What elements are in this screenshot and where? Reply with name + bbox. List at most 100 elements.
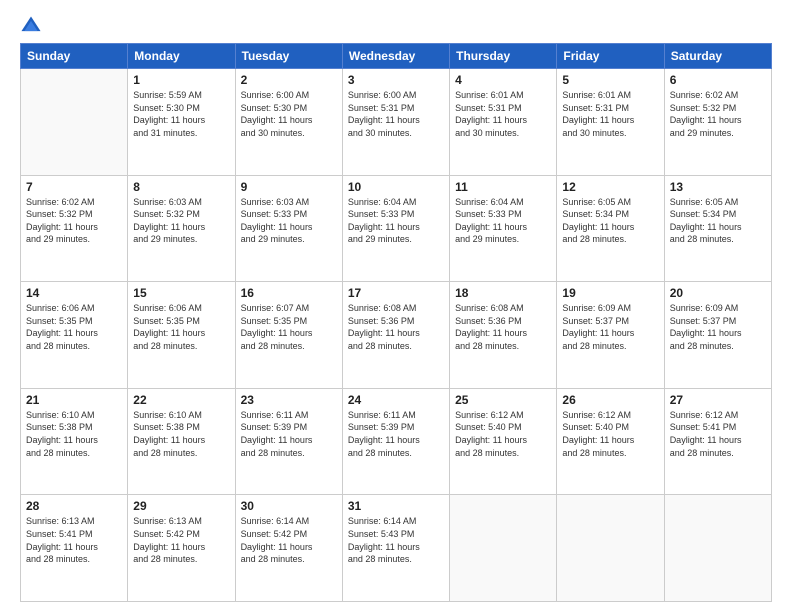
calendar-week-3: 21 Sunrise: 6:10 AM Sunset: 5:38 PM Dayli… bbox=[21, 388, 772, 495]
calendar-cell: 10Sunrise: 6:04 AM Sunset: 5:33 PM Dayli… bbox=[342, 175, 449, 282]
day-info: Sunrise: 6:10 AM Sunset: 5:38 PM Dayligh… bbox=[26, 409, 122, 459]
day-info: Sunrise: 6:03 AM Sunset: 5:32 PM Dayligh… bbox=[133, 196, 229, 246]
day-info: Sunrise: 6:01 AM Sunset: 5:31 PM Dayligh… bbox=[562, 89, 658, 139]
day-info: Sunrise: 6:00 AM Sunset: 5:31 PM Dayligh… bbox=[348, 89, 444, 139]
day-header-wednesday: Wednesday bbox=[342, 44, 449, 69]
day-info: Sunrise: 6:12 AM Sunset: 5:41 PM Dayligh… bbox=[670, 409, 766, 459]
day-number: 11 bbox=[455, 180, 551, 194]
day-header-thursday: Thursday bbox=[450, 44, 557, 69]
day-number: 29 bbox=[133, 499, 229, 513]
calendar-cell: 28 Sunrise: 6:13 AM Sunset: 5:41 PM Dayli… bbox=[21, 495, 128, 602]
day-number: 19 bbox=[562, 286, 658, 300]
calendar-cell: 15Sunrise: 6:06 AM Sunset: 5:35 PM Dayli… bbox=[128, 282, 235, 389]
day-info: Sunrise: 5:59 AM Sunset: 5:30 PM Dayligh… bbox=[133, 89, 229, 139]
calendar-cell: 3 Sunrise: 6:00 AM Sunset: 5:31 PM Daylig… bbox=[342, 69, 449, 176]
calendar-cell: 6 Sunrise: 6:02 AM Sunset: 5:32 PM Daylig… bbox=[664, 69, 771, 176]
calendar-week-0: 1 Sunrise: 5:59 AM Sunset: 5:30 PM Daylig… bbox=[21, 69, 772, 176]
day-number: 5 bbox=[562, 73, 658, 87]
calendar-week-2: 14 Sunrise: 6:06 AM Sunset: 5:35 PM Dayli… bbox=[21, 282, 772, 389]
day-number: 2 bbox=[241, 73, 337, 87]
calendar-cell: 7Sunrise: 6:02 AM Sunset: 5:32 PM Daylig… bbox=[21, 175, 128, 282]
calendar-table: SundayMondayTuesdayWednesdayThursdayFrid… bbox=[20, 43, 772, 602]
day-header-tuesday: Tuesday bbox=[235, 44, 342, 69]
calendar-cell: 29 Sunrise: 6:13 AM Sunset: 5:42 PM Dayli… bbox=[128, 495, 235, 602]
day-info: Sunrise: 6:11 AM Sunset: 5:39 PM Dayligh… bbox=[348, 409, 444, 459]
day-number: 27 bbox=[670, 393, 766, 407]
day-number: 6 bbox=[670, 73, 766, 87]
day-info: Sunrise: 6:13 AM Sunset: 5:41 PM Dayligh… bbox=[26, 515, 122, 565]
day-number: 23 bbox=[241, 393, 337, 407]
day-number: 13 bbox=[670, 180, 766, 194]
calendar-cell: 30 Sunrise: 6:14 AM Sunset: 5:42 PM Dayli… bbox=[235, 495, 342, 602]
day-number: 31 bbox=[348, 499, 444, 513]
day-header-sunday: Sunday bbox=[21, 44, 128, 69]
day-info: Sunrise: 6:08 AM Sunset: 5:36 PM Dayligh… bbox=[348, 302, 444, 352]
calendar-cell: 8 Sunrise: 6:03 AM Sunset: 5:32 PM Daylig… bbox=[128, 175, 235, 282]
day-info: Sunrise: 6:01 AM Sunset: 5:31 PM Dayligh… bbox=[455, 89, 551, 139]
calendar-cell: 2 Sunrise: 6:00 AM Sunset: 5:30 PM Daylig… bbox=[235, 69, 342, 176]
day-number: 28 bbox=[26, 499, 122, 513]
day-number: 8 bbox=[133, 180, 229, 194]
day-info: Sunrise: 6:12 AM Sunset: 5:40 PM Dayligh… bbox=[562, 409, 658, 459]
calendar-cell bbox=[664, 495, 771, 602]
day-number: 9 bbox=[241, 180, 337, 194]
day-header-monday: Monday bbox=[128, 44, 235, 69]
calendar-cell: 24 Sunrise: 6:11 AM Sunset: 5:39 PM Dayli… bbox=[342, 388, 449, 495]
day-info: Sunrise: 6:11 AM Sunset: 5:39 PM Dayligh… bbox=[241, 409, 337, 459]
day-info: Sunrise: 6:04 AM Sunset: 5:33 PM Dayligh… bbox=[348, 196, 444, 246]
page: SundayMondayTuesdayWednesdayThursdayFrid… bbox=[0, 0, 792, 612]
day-info: Sunrise: 6:05 AM Sunset: 5:34 PM Dayligh… bbox=[562, 196, 658, 246]
day-number: 1 bbox=[133, 73, 229, 87]
calendar-cell: 31 Sunrise: 6:14 AM Sunset: 5:43 PM Dayli… bbox=[342, 495, 449, 602]
day-info: Sunrise: 6:02 AM Sunset: 5:32 PM Dayligh… bbox=[670, 89, 766, 139]
day-number: 12 bbox=[562, 180, 658, 194]
logo-area bbox=[20, 15, 45, 37]
day-info: Sunrise: 6:00 AM Sunset: 5:30 PM Dayligh… bbox=[241, 89, 337, 139]
day-info: Sunrise: 6:06 AM Sunset: 5:35 PM Dayligh… bbox=[26, 302, 122, 352]
calendar-cell: 27 Sunrise: 6:12 AM Sunset: 5:41 PM Dayli… bbox=[664, 388, 771, 495]
calendar-week-1: 7Sunrise: 6:02 AM Sunset: 5:32 PM Daylig… bbox=[21, 175, 772, 282]
day-number: 15 bbox=[133, 286, 229, 300]
day-info: Sunrise: 6:13 AM Sunset: 5:42 PM Dayligh… bbox=[133, 515, 229, 565]
day-info: Sunrise: 6:08 AM Sunset: 5:36 PM Dayligh… bbox=[455, 302, 551, 352]
calendar-cell: 18 Sunrise: 6:08 AM Sunset: 5:36 PM Dayli… bbox=[450, 282, 557, 389]
day-info: Sunrise: 6:07 AM Sunset: 5:35 PM Dayligh… bbox=[241, 302, 337, 352]
calendar-cell: 25Sunrise: 6:12 AM Sunset: 5:40 PM Dayli… bbox=[450, 388, 557, 495]
day-info: Sunrise: 6:10 AM Sunset: 5:38 PM Dayligh… bbox=[133, 409, 229, 459]
day-number: 21 bbox=[26, 393, 122, 407]
day-number: 30 bbox=[241, 499, 337, 513]
calendar-cell: 12 Sunrise: 6:05 AM Sunset: 5:34 PM Dayli… bbox=[557, 175, 664, 282]
day-number: 20 bbox=[670, 286, 766, 300]
day-info: Sunrise: 6:03 AM Sunset: 5:33 PM Dayligh… bbox=[241, 196, 337, 246]
day-info: Sunrise: 6:04 AM Sunset: 5:33 PM Dayligh… bbox=[455, 196, 551, 246]
calendar-header-row: SundayMondayTuesdayWednesdayThursdayFrid… bbox=[21, 44, 772, 69]
logo-icon bbox=[20, 15, 42, 37]
calendar-cell: 19 Sunrise: 6:09 AM Sunset: 5:37 PM Dayli… bbox=[557, 282, 664, 389]
day-number: 24 bbox=[348, 393, 444, 407]
calendar-cell: 11 Sunrise: 6:04 AM Sunset: 5:33 PM Dayli… bbox=[450, 175, 557, 282]
calendar-cell bbox=[557, 495, 664, 602]
day-number: 3 bbox=[348, 73, 444, 87]
header bbox=[20, 15, 772, 37]
day-number: 26 bbox=[562, 393, 658, 407]
calendar-cell: 22 Sunrise: 6:10 AM Sunset: 5:38 PM Dayli… bbox=[128, 388, 235, 495]
day-number: 17 bbox=[348, 286, 444, 300]
day-info: Sunrise: 6:14 AM Sunset: 5:42 PM Dayligh… bbox=[241, 515, 337, 565]
calendar-cell: 17 Sunrise: 6:08 AM Sunset: 5:36 PM Dayli… bbox=[342, 282, 449, 389]
day-number: 18 bbox=[455, 286, 551, 300]
day-number: 4 bbox=[455, 73, 551, 87]
day-info: Sunrise: 6:09 AM Sunset: 5:37 PM Dayligh… bbox=[670, 302, 766, 352]
calendar-week-4: 28 Sunrise: 6:13 AM Sunset: 5:41 PM Dayli… bbox=[21, 495, 772, 602]
day-number: 14 bbox=[26, 286, 122, 300]
logo bbox=[20, 15, 45, 37]
day-header-saturday: Saturday bbox=[664, 44, 771, 69]
day-number: 16 bbox=[241, 286, 337, 300]
day-info: Sunrise: 6:05 AM Sunset: 5:34 PM Dayligh… bbox=[670, 196, 766, 246]
calendar-cell: 1 Sunrise: 5:59 AM Sunset: 5:30 PM Daylig… bbox=[128, 69, 235, 176]
day-number: 7 bbox=[26, 180, 122, 194]
day-info: Sunrise: 6:14 AM Sunset: 5:43 PM Dayligh… bbox=[348, 515, 444, 565]
day-info: Sunrise: 6:09 AM Sunset: 5:37 PM Dayligh… bbox=[562, 302, 658, 352]
day-number: 22 bbox=[133, 393, 229, 407]
calendar-cell: 20 Sunrise: 6:09 AM Sunset: 5:37 PM Dayli… bbox=[664, 282, 771, 389]
day-number: 25 bbox=[455, 393, 551, 407]
